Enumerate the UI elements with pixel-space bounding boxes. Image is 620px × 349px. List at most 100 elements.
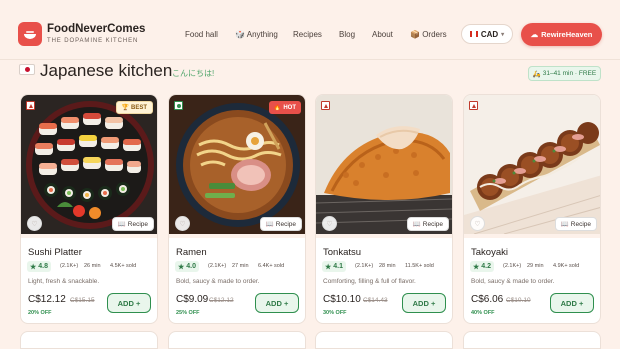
currency-value: CAD [480,29,499,39]
hot-badge-label: HOT [283,104,296,111]
book-icon: 📖 [117,221,126,228]
nav-recipes[interactable]: Recipes [293,30,322,39]
rating-badge: ★ 4.0 [175,261,200,272]
book-icon: 📖 [265,221,274,228]
item-name[interactable]: Takoyaki [471,247,508,258]
add-to-cart-button[interactable]: ADD + [107,293,151,313]
menu-card-tonkatsu[interactable]: ♡ 📖 Recipe Tonkatsu ★ 4.1 (2.1K+) 28 min… [315,94,453,324]
next-row-card [463,331,601,349]
page-subtitle: こんにちは! [172,69,215,78]
star-icon: ★ [325,263,332,271]
item-price: C$6.06 [471,294,504,305]
veg-indicator-icon [174,101,183,110]
prep-time: 26 min [84,263,101,269]
prep-time: 29 min [527,263,544,269]
ramen-image: 🔥 HOT ♡ 📖 Recipe [169,95,305,234]
fire-icon: 🔥 [273,105,282,111]
non-veg-indicator-icon [26,101,35,110]
menu-card-sushi-platter[interactable]: 🏆 BEST ♡ 📖 Recipe Sushi Platter ★ 4.8 (2… [20,94,158,324]
recipe-button-label: Recipe [422,220,443,228]
item-name[interactable]: Ramen [176,247,207,258]
japan-flag-icon [19,64,35,75]
original-price: C$15.15 [70,297,95,304]
brand-name[interactable]: FoodNeverComes [47,23,145,35]
rating-badge: ★ 4.8 [27,261,52,272]
card-divider [21,234,157,238]
sold-count: 6.4K+ sold [258,263,285,269]
recipe-button[interactable]: 📖 Recipe [259,217,302,231]
takoyaki-image: ♡ 📖 Recipe [464,95,600,234]
prep-time: 27 min [232,263,249,269]
tonkatsu-image: ♡ 📖 Recipe [316,95,452,234]
original-price: C$10.10 [506,297,531,304]
nav-anything[interactable]: 🎲 Anything [235,30,278,39]
heart-icon[interactable]: ♡ [470,216,485,231]
trophy-icon: 🏆 [121,105,129,111]
item-description: Bold, saucy & made to order. [176,278,260,285]
item-name[interactable]: Tonkatsu [323,247,361,258]
item-name[interactable]: Sushi Platter [28,247,82,258]
recipe-button-label: Recipe [275,220,296,228]
discount-label: 25% OFF [176,310,200,316]
heart-icon[interactable]: ♡ [175,216,190,231]
card-divider [316,234,452,238]
rating-value: 4.8 [38,263,49,270]
nav-food-hall[interactable]: Food hall [185,30,218,39]
rewire-heaven-label: RewireHeaven [541,30,593,39]
review-count: (2.1K+) [60,263,79,269]
item-price: C$10.10 [323,294,361,305]
sold-count: 4.5K+ sold [110,263,137,269]
book-icon: 📖 [412,221,421,228]
add-to-cart-button[interactable]: ADD + [402,293,446,313]
next-row-card [20,331,158,349]
rating-value: 4.0 [186,263,197,270]
chevron-down-icon: ▾ [501,31,505,38]
box-icon: 📦 [410,30,420,39]
discount-label: 30% OFF [323,310,347,316]
nav-orders-label: Orders [422,30,447,39]
nav-about[interactable]: About [372,30,393,39]
top-header: FoodNeverComes THE DOPAMINE KITCHEN Food… [0,0,620,60]
original-price: C$14.43 [363,297,388,304]
star-icon: ★ [178,263,185,271]
menu-card-takoyaki[interactable]: ♡ 📖 Recipe Takoyaki ★ 4.2 (2.1K+) 29 min… [463,94,601,324]
add-to-cart-button[interactable]: ADD + [255,293,299,313]
best-badge-label: BEST [130,104,147,111]
next-row-card [168,331,306,349]
add-to-cart-button[interactable]: ADD + [550,293,594,313]
recipe-button[interactable]: 📖 Recipe [406,217,449,231]
item-description: Light, fresh & snackable. [28,278,100,285]
review-count: (2.1K+) [208,263,227,269]
item-price: C$12.12 [28,294,66,305]
item-price: C$9.09 [176,294,209,305]
rating-value: 4.1 [333,263,344,270]
rewire-heaven-button[interactable]: ☁ RewireHeaven [521,23,602,46]
recipe-button[interactable]: 📖 Recipe [111,217,154,231]
card-divider [169,234,305,238]
menu-card-ramen[interactable]: 🔥 HOT ♡ 📖 Recipe Ramen ★ 4.0 (2.1K+) 27 … [168,94,306,324]
recipe-button-label: Recipe [127,220,148,228]
delivery-eta-text: 31–41 min · FREE [542,70,597,77]
cloud-icon: ☁ [530,30,539,39]
dice-icon: 🎲 [235,30,245,39]
recipe-button[interactable]: 📖 Recipe [554,217,597,231]
heart-icon[interactable]: ♡ [322,216,337,231]
card-divider [464,234,600,238]
canada-flag-icon [469,31,478,37]
heart-icon[interactable]: ♡ [27,216,42,231]
next-row-card [315,331,453,349]
recipe-button-label: Recipe [570,220,591,228]
review-count: (2.1K+) [355,263,374,269]
item-description: Bold, saucy & made to order. [471,278,555,285]
prep-time: 28 min [379,263,396,269]
best-badge: 🏆 BEST [115,101,153,114]
discount-label: 20% OFF [28,310,52,316]
currency-select[interactable]: CAD ▾ [461,24,513,44]
bowl-icon[interactable] [18,22,42,46]
nav-orders[interactable]: 📦 Orders [410,30,447,39]
item-description: Comforting, filling & full of flavor. [323,278,416,285]
non-veg-indicator-icon [469,101,478,110]
nav-anything-label: Anything [246,30,278,39]
sold-count: 11.5K+ sold [405,263,434,269]
nav-blog[interactable]: Blog [339,30,355,39]
